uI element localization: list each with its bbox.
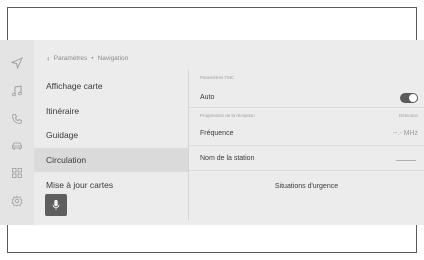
settings-icon[interactable] [11, 195, 23, 207]
side-rail [0, 40, 34, 225]
station-name-value [396, 160, 416, 161]
emergency-situations-button[interactable]: Situations d'urgence [189, 183, 424, 190]
menu-item-itineraire[interactable]: Itinéraire [34, 99, 188, 123]
voice-button[interactable] [45, 194, 67, 216]
detection-status: Détection [398, 113, 418, 118]
menu-item-affichage-carte[interactable]: Affichage carte [34, 74, 188, 98]
circulation-settings-panel: Paramètres TMC Auto Progression de la ré… [189, 70, 424, 220]
breadcrumb-separator: • [91, 55, 94, 62]
row-divider [189, 170, 424, 171]
menu-item-label: Itinéraire [46, 106, 80, 116]
phone-icon[interactable] [11, 113, 23, 125]
menu-item-label: Mise à jour cartes [46, 180, 114, 190]
breadcrumb-parent[interactable]: Paramètres [54, 55, 88, 62]
frequency-label: Fréquence [200, 130, 234, 137]
menu-item-guidage[interactable]: Guidage [34, 123, 188, 147]
breadcrumb-current: Navigation [97, 55, 129, 62]
music-icon[interactable] [11, 85, 23, 97]
auto-toggle[interactable] [400, 93, 418, 103]
menu-item-circulation[interactable]: Circulation [34, 148, 188, 172]
car-icon[interactable] [11, 140, 23, 152]
toggle-knob [409, 94, 417, 102]
navigation-icon[interactable] [11, 57, 23, 69]
row-divider [189, 145, 424, 146]
menu-item-label: Circulation [46, 155, 87, 165]
breadcrumb: ‹ Paramètres • Navigation [47, 54, 128, 63]
frequency-value: --.- MHz [392, 130, 418, 137]
back-chevron-icon[interactable]: ‹ [47, 54, 50, 63]
menu-item-label: Affichage carte [46, 81, 103, 91]
microphone-icon [52, 200, 60, 210]
auto-label: Auto [200, 94, 215, 101]
section-label-tmc: Paramètres TMC [200, 75, 235, 80]
menu-item-label: Guidage [46, 130, 79, 140]
row-divider [189, 107, 424, 108]
section-label-reception: Progression de la réception [200, 113, 255, 118]
station-name-label: Nom de la station [200, 155, 255, 162]
apps-icon[interactable] [11, 167, 23, 179]
